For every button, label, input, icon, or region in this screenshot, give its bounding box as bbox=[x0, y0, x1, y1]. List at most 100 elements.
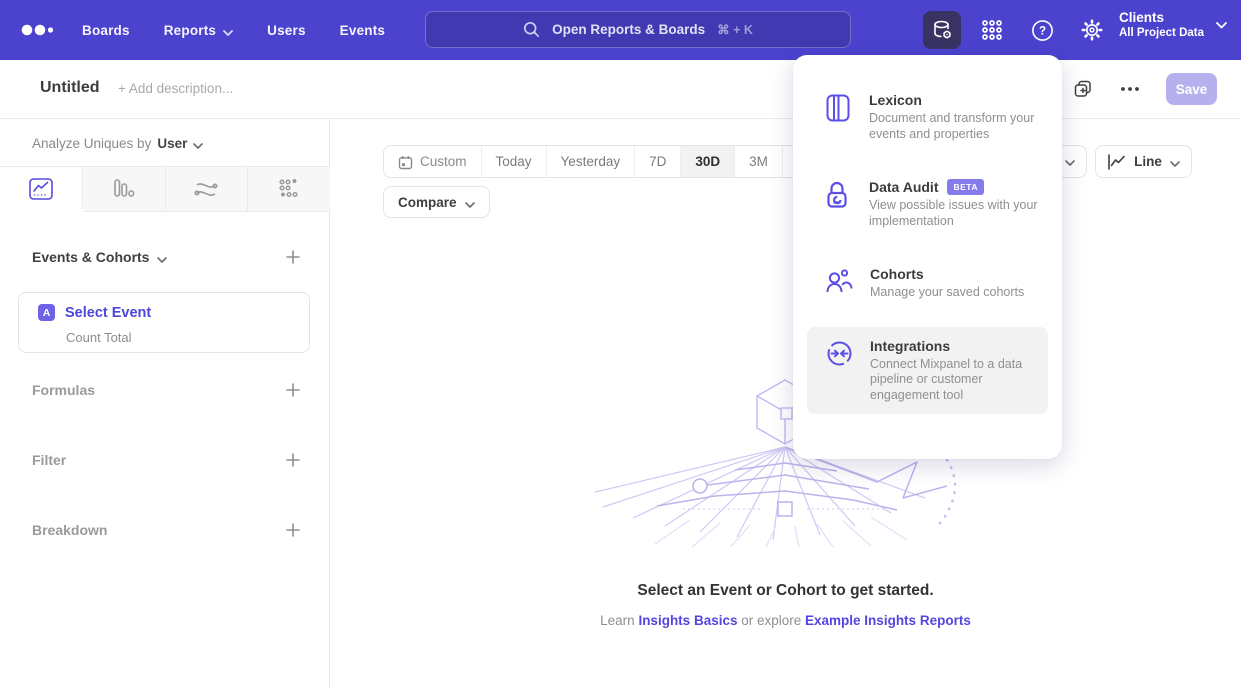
analyze-row: Analyze Uniques by User bbox=[32, 135, 203, 152]
chevron-down-icon bbox=[157, 250, 167, 266]
select-event-label: Select Event bbox=[65, 305, 151, 321]
chevron-down-icon bbox=[1065, 153, 1075, 171]
date-range-label: Yesterday bbox=[561, 154, 621, 169]
count-total-label: Count Total bbox=[66, 330, 132, 345]
date-range-label: 7D bbox=[649, 154, 666, 169]
formulas-section-header: Formulas bbox=[32, 382, 301, 398]
data-management-button[interactable] bbox=[923, 11, 961, 49]
menu-item-title: Lexicon bbox=[869, 92, 922, 108]
apps-grid-icon bbox=[981, 19, 1003, 41]
chart-style-label: Line bbox=[1134, 154, 1162, 169]
menu-item-description: View possible issues with your implement… bbox=[869, 198, 1047, 229]
date-range-control: Custom Today Yesterday 7D 30D 3M 6M bbox=[383, 145, 831, 178]
nav-item-reports[interactable]: Reports bbox=[164, 22, 233, 39]
nav-item-label: Reports bbox=[164, 23, 216, 38]
mixpanel-insights-page: Boards Reports Users Events Open Reports… bbox=[0, 0, 1241, 688]
menu-item-integrations[interactable]: Integrations Connect Mixpanel to a data … bbox=[807, 327, 1048, 415]
chevron-down-icon bbox=[223, 24, 233, 39]
search-icon bbox=[523, 21, 540, 38]
events-section-title[interactable]: Events & Cohorts bbox=[32, 248, 167, 266]
menu-item-title: Integrations bbox=[870, 338, 950, 354]
project-name: Clients bbox=[1119, 10, 1204, 25]
insights-chart-icon bbox=[29, 178, 53, 200]
settings-button[interactable] bbox=[1073, 11, 1111, 49]
bar-chart-icon bbox=[113, 178, 135, 200]
database-gear-icon bbox=[930, 18, 954, 42]
mixpanel-logo[interactable] bbox=[20, 18, 64, 42]
svg-text:?: ? bbox=[1038, 25, 1045, 37]
breakdown-section-title: Breakdown bbox=[32, 522, 107, 538]
cohorts-people-icon bbox=[826, 266, 853, 301]
event-badge: A bbox=[38, 304, 55, 321]
chevron-down-icon bbox=[1170, 155, 1180, 170]
data-management-menu: Lexicon Document and transform your even… bbox=[793, 55, 1062, 459]
tab-insights-chart[interactable] bbox=[0, 167, 83, 212]
tab-metric-dots[interactable] bbox=[248, 167, 330, 212]
tab-bar-chart[interactable] bbox=[83, 167, 166, 212]
report-description-placeholder[interactable]: + Add description... bbox=[118, 81, 233, 96]
date-range-30d[interactable]: 30D bbox=[680, 146, 734, 177]
menu-item-description: Manage your saved cohorts bbox=[870, 285, 1048, 301]
beta-badge: BETA bbox=[947, 179, 984, 195]
event-card[interactable]: A Select Event Count Total bbox=[18, 292, 310, 353]
search-shortcut: ⌘ + K bbox=[717, 22, 753, 37]
project-scope: All Project Data bbox=[1119, 27, 1204, 39]
events-section-header: Events & Cohorts bbox=[32, 248, 301, 266]
apps-grid-button[interactable] bbox=[973, 11, 1011, 49]
chart-style-dropdown[interactable]: Line bbox=[1095, 145, 1192, 178]
menu-item-cohorts[interactable]: Cohorts Manage your saved cohorts bbox=[807, 255, 1048, 312]
menu-item-description: Connect Mixpanel to a data pipeline or c… bbox=[870, 357, 1048, 404]
tab-flow-chart[interactable] bbox=[166, 167, 249, 212]
search-input[interactable]: Open Reports & Boards ⌘ + K bbox=[425, 11, 851, 48]
nav-item-label: Boards bbox=[82, 23, 130, 38]
utility-buttons: ? bbox=[923, 0, 1111, 60]
chevron-down-icon bbox=[465, 196, 475, 211]
nav-item-label: Users bbox=[267, 23, 306, 38]
integrations-sync-icon bbox=[826, 338, 853, 404]
help-button[interactable]: ? bbox=[1023, 11, 1061, 49]
menu-item-data-audit[interactable]: Data AuditBETA View possible issues with… bbox=[807, 168, 1048, 240]
save-button[interactable]: Save bbox=[1166, 73, 1217, 105]
top-navbar: Boards Reports Users Events Open Reports… bbox=[0, 0, 1241, 60]
report-title[interactable]: Untitled bbox=[40, 79, 100, 97]
add-filter-button[interactable] bbox=[285, 452, 301, 468]
chevron-down-icon bbox=[193, 137, 203, 152]
data-audit-lock-icon bbox=[826, 179, 852, 229]
menu-item-title: Cohorts bbox=[870, 266, 924, 282]
date-range-yesterday[interactable]: Yesterday bbox=[546, 146, 635, 177]
menu-item-description: Document and transform your events and p… bbox=[869, 111, 1047, 142]
analyze-label: Analyze Uniques by bbox=[32, 136, 151, 151]
date-range-7d[interactable]: 7D bbox=[634, 146, 680, 177]
flow-chart-icon bbox=[194, 179, 218, 199]
subtext-prefix: Learn bbox=[600, 613, 638, 628]
nav-item-label: Events bbox=[340, 23, 385, 38]
nav-item-users[interactable]: Users bbox=[267, 23, 306, 38]
compare-dropdown[interactable]: Compare bbox=[383, 186, 490, 218]
add-event-button[interactable] bbox=[285, 249, 301, 265]
compare-label: Compare bbox=[398, 195, 457, 210]
lexicon-book-icon bbox=[826, 92, 852, 142]
line-chart-icon bbox=[1107, 154, 1126, 170]
nav-item-events[interactable]: Events bbox=[340, 23, 385, 38]
date-range-label: Custom bbox=[420, 154, 467, 169]
analyze-unit-dropdown[interactable]: User bbox=[157, 135, 203, 152]
insights-basics-link[interactable]: Insights Basics bbox=[638, 613, 737, 628]
date-range-today[interactable]: Today bbox=[481, 146, 546, 177]
duplicate-icon[interactable] bbox=[1072, 78, 1094, 100]
menu-item-lexicon[interactable]: Lexicon Document and transform your even… bbox=[807, 81, 1048, 153]
example-reports-link[interactable]: Example Insights Reports bbox=[805, 613, 971, 628]
date-range-label: 30D bbox=[695, 154, 720, 169]
query-builder-sidebar: Analyze Uniques by User Events & Cohorts bbox=[0, 120, 330, 688]
add-breakdown-button[interactable] bbox=[285, 522, 301, 538]
nav-item-boards[interactable]: Boards bbox=[82, 23, 130, 38]
filter-section-title: Filter bbox=[32, 452, 66, 468]
breakdown-section-header: Breakdown bbox=[32, 522, 301, 538]
date-range-3m[interactable]: 3M bbox=[734, 146, 782, 177]
chevron-down-icon bbox=[1216, 16, 1227, 34]
empty-state-subtext: Learn Insights Basics or explore Example… bbox=[330, 613, 1241, 628]
ellipsis-icon[interactable] bbox=[1120, 86, 1140, 92]
add-formula-button[interactable] bbox=[285, 382, 301, 398]
project-switcher[interactable]: Clients All Project Data bbox=[1119, 10, 1227, 39]
date-range-label: Today bbox=[496, 154, 532, 169]
date-range-custom[interactable]: Custom bbox=[384, 146, 481, 177]
